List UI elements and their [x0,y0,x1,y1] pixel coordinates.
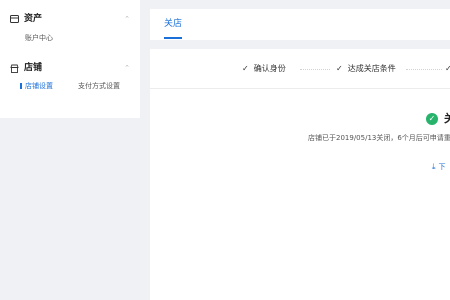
tab-close-store[interactable]: 关店 [164,17,182,31]
download-icon: ⤓ [432,162,436,171]
check-circle-icon: ✓ [426,113,438,125]
store-icon [10,64,19,73]
step-closed: ✓ [445,63,450,75]
status-header: ✓ 关 [426,112,450,126]
active-indicator [20,83,22,89]
download-link[interactable]: ⤓ 下 [432,162,446,172]
sidebar-section-store-title: 店铺 [24,63,43,73]
chevron-up-icon[interactable]: ⌃ [124,61,130,75]
step-label: 确认身份 [253,64,286,73]
card-icon [10,15,19,23]
sidebar-item-account-center[interactable]: 账户中心 [25,32,53,44]
check-icon: ✓ [445,64,450,73]
chevron-up-icon[interactable]: ⌃ [124,12,130,26]
sidebar-item-payment-settings[interactable]: 支付方式设置 [78,80,120,92]
sidebar-section-assets-header[interactable]: 资产 [10,12,42,26]
main-panel: ✓ 确认身份 ✓ 达成关店条件 ✓ ✓ 关 店铺已于2019/05/13关闭，6… [150,49,450,300]
close-description: 店铺已于2019/05/13关闭，6个月后可申请重新 [308,134,450,142]
check-icon: ✓ [336,64,343,73]
step-connector [300,69,330,70]
tab-bar: 关店 [150,9,450,40]
step-meet-conditions: ✓ 达成关店条件 [336,63,396,75]
sidebar: 资产 ⌃ 账户中心 店铺 ⌃ 店铺设置 支付方式设置 [0,0,140,118]
status-title: 关 [444,112,450,125]
sidebar-section-assets-title: 资产 [24,14,43,24]
download-label: 下 [438,163,446,171]
check-icon: ✓ [242,64,249,73]
step-verify-identity: ✓ 确认身份 [242,63,286,75]
sidebar-item-store-settings[interactable]: 店铺设置 [25,80,53,92]
tab-active-indicator [164,37,182,39]
sidebar-section-store-header[interactable]: 店铺 [10,61,42,75]
step-connector [406,69,442,70]
divider [150,88,450,89]
step-label: 达成关店条件 [347,64,396,73]
